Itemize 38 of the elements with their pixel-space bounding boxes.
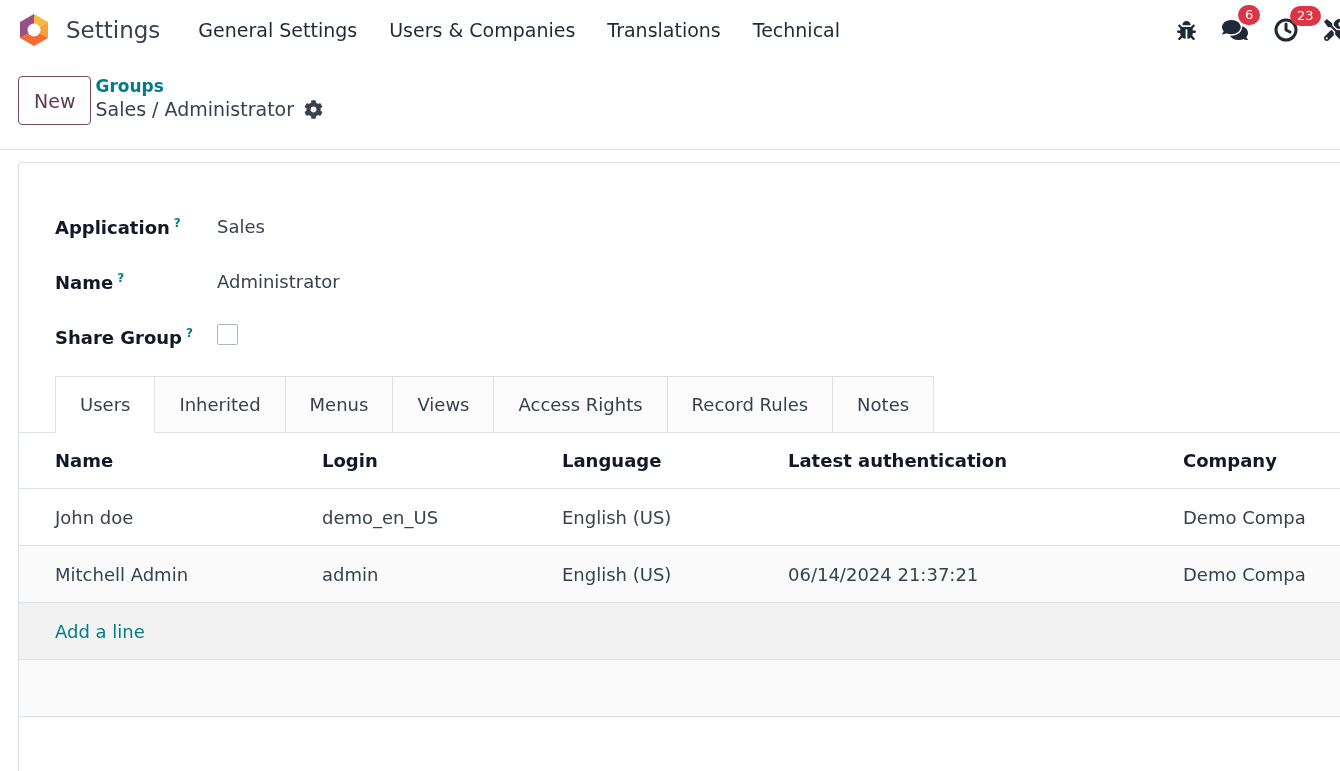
- help-mark[interactable]: ?: [173, 215, 181, 230]
- tab[interactable]: Access Rights: [494, 376, 668, 433]
- count-badge: 23: [1290, 6, 1321, 26]
- table-cell: Mitchell Admin: [19, 546, 322, 603]
- clock-icon[interactable]: [1274, 18, 1298, 42]
- tab[interactable]: Record Rules: [667, 376, 834, 433]
- settings-icon[interactable]: [304, 99, 324, 119]
- breadcrumb-link[interactable]: Groups: [95, 76, 324, 96]
- field-label: Application $^{?}$: [55, 215, 182, 238]
- table-cell: Demo Compa: [1183, 546, 1340, 603]
- menu-item[interactable]: Users & Companies: [373, 19, 592, 41]
- field-value: Sales: [217, 216, 265, 237]
- app-logo-icon: [18, 13, 50, 47]
- table-cell: 06/14/2024 21:37:21: [788, 546, 1183, 603]
- new-button[interactable]: New: [18, 76, 92, 125]
- app-title[interactable]: Settings: [66, 17, 161, 43]
- field-label: Name $^{?}$: [55, 270, 126, 293]
- help-mark[interactable]: ?: [186, 325, 193, 340]
- add-line-link[interactable]: Add a line: [55, 620, 145, 642]
- table-cell: admin: [322, 546, 562, 603]
- checkbox[interactable]: [217, 324, 238, 345]
- field-label: Share Group $^{?}$: [55, 325, 194, 348]
- tab[interactable]: Views: [393, 376, 495, 433]
- table-cell: English (US): [562, 546, 788, 603]
- menu-item[interactable]: Technical: [736, 19, 856, 41]
- tab[interactable]: Menus: [285, 376, 394, 433]
- chat-icon[interactable]: [1222, 17, 1248, 43]
- tab[interactable]: Inherited: [155, 376, 286, 433]
- menu-item[interactable]: General Settings: [182, 19, 374, 41]
- bug-icon[interactable]: [1177, 20, 1196, 40]
- record-title: Sales / Administrator: [95, 98, 295, 120]
- tab[interactable]: Users: [55, 376, 156, 433]
- tools-icon[interactable]: [1324, 19, 1340, 41]
- menu-item[interactable]: Translations: [591, 19, 737, 41]
- count-badge: 6: [1238, 5, 1261, 25]
- help-mark[interactable]: ?: [117, 270, 125, 285]
- field-value: Administrator: [217, 271, 340, 292]
- tab[interactable]: Notes: [833, 376, 935, 433]
